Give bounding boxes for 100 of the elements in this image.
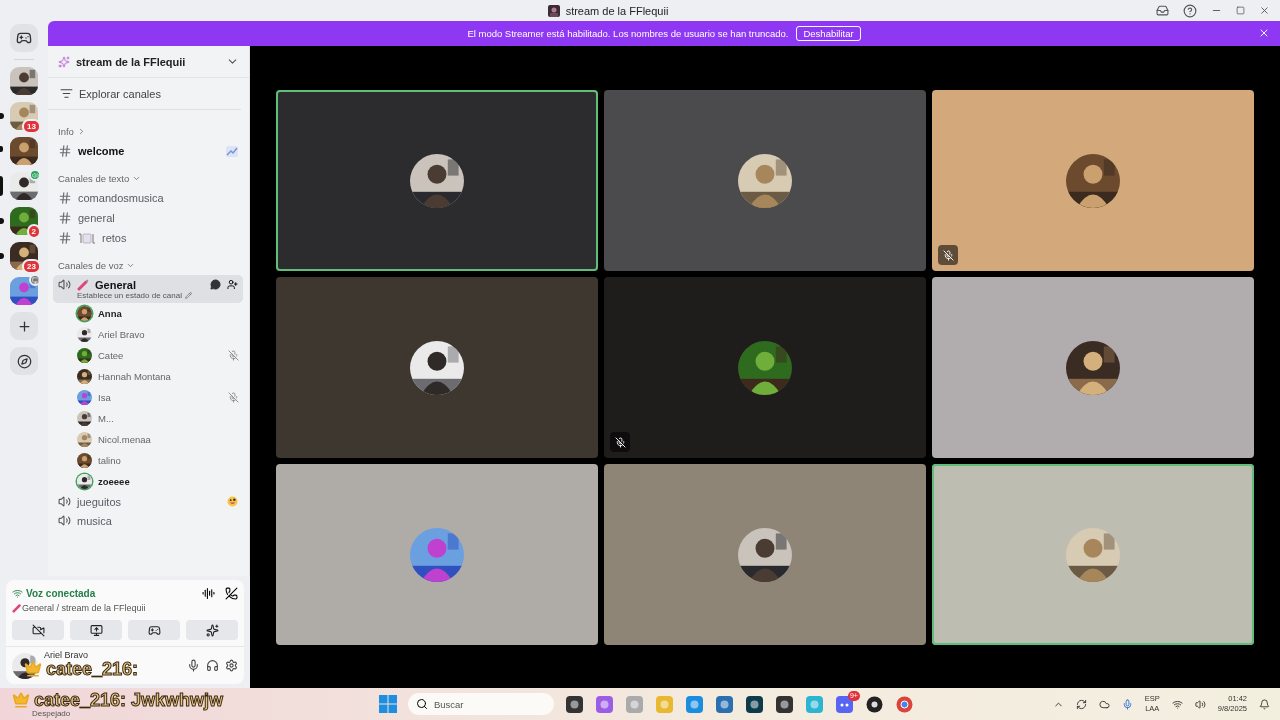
video-tile[interactable] <box>604 464 926 645</box>
voice-member[interactable]: Nicol.menaa <box>48 429 249 450</box>
crown-icon <box>24 660 42 678</box>
voice-location[interactable]: General / stream de la FFlequii <box>22 603 146 613</box>
sparkle-icon <box>205 623 219 637</box>
speaker-icon <box>58 278 71 291</box>
add-server-button[interactable] <box>10 312 38 340</box>
headphones-icon[interactable] <box>206 659 219 672</box>
video-tile[interactable] <box>604 277 926 458</box>
camera-button[interactable] <box>12 620 64 640</box>
hash-icon <box>58 144 72 158</box>
category-label[interactable]: Canales de texto <box>58 173 130 184</box>
disable-button[interactable]: Deshabilitar <box>796 26 861 41</box>
chat-caption: catee_216: <box>46 659 139 679</box>
voice-member[interactable]: zoeeee <box>48 471 249 492</box>
hang-up-icon[interactable] <box>225 587 238 600</box>
taskbar-app-icon[interactable] <box>775 695 793 713</box>
maximize-icon[interactable] <box>1236 6 1245 15</box>
soundboard-button[interactable] <box>186 620 238 640</box>
crown-icon <box>12 691 30 709</box>
search-icon <box>415 698 428 710</box>
video-tile[interactable] <box>932 90 1254 271</box>
chart-emoji-icon <box>226 145 238 157</box>
video-tile[interactable] <box>276 464 598 645</box>
voice-member[interactable]: Catee <box>48 345 249 366</box>
camera-off-icon <box>31 623 45 637</box>
speaker-icon <box>58 514 71 527</box>
plus-icon <box>16 318 32 334</box>
channel-item[interactable]: General Establece un estado de canal <box>53 275 243 303</box>
hash-icon <box>58 211 72 225</box>
sync-icon[interactable] <box>1075 698 1087 710</box>
user-name: Ariel Bravo <box>44 650 89 660</box>
server-name[interactable]: stream de la FFlequii <box>76 55 220 68</box>
unread-badge: 13 <box>22 119 41 134</box>
voice-member[interactable]: Ariel Bravo <box>48 324 249 345</box>
activity-button[interactable] <box>128 620 180 640</box>
taskbar-app-icon[interactable] <box>864 694 884 714</box>
channel-item[interactable]: comandosmusica <box>53 188 243 208</box>
share-screen-button[interactable] <box>70 620 122 640</box>
close-icon[interactable] <box>1259 5 1270 16</box>
settings-icon[interactable] <box>225 659 238 672</box>
voice-status: Voz conectada <box>26 588 97 599</box>
channel-item[interactable]: retos <box>53 228 243 248</box>
close-icon[interactable] <box>1258 27 1270 39</box>
syringe-emoji-icon <box>12 603 22 613</box>
taskbar-app-icon[interactable] <box>565 695 583 713</box>
signal-icon <box>12 588 23 599</box>
controller-icon <box>16 30 32 46</box>
inbox-icon[interactable] <box>1156 4 1169 17</box>
controller-icon <box>147 623 161 637</box>
weather-text[interactable]: Despejado <box>32 709 71 718</box>
share-screen-icon <box>89 623 103 637</box>
server-boost-icon <box>58 55 70 68</box>
help-icon[interactable] <box>1183 3 1197 18</box>
channel-item[interactable]: welcome <box>53 141 243 161</box>
hash-icon <box>58 191 72 205</box>
channel-item[interactable]: jueguitos <box>53 492 243 511</box>
audio-icon[interactable] <box>202 587 215 600</box>
home-button[interactable] <box>10 24 38 52</box>
channel-item[interactable]: musica <box>53 511 243 530</box>
hash-icon <box>58 231 72 245</box>
video-tile[interactable] <box>932 277 1254 458</box>
chat-caption: catee_216: Jwkwhwjw <box>34 690 224 710</box>
cloud-icon[interactable] <box>1098 698 1110 710</box>
voice-member[interactable]: Isa <box>48 387 249 408</box>
invite-icon[interactable] <box>227 279 238 290</box>
discover-button[interactable] <box>10 347 38 375</box>
microphone-icon[interactable] <box>187 659 200 672</box>
video-tile[interactable] <box>604 90 926 271</box>
windows-icon[interactable] <box>378 695 397 713</box>
pencil-icon <box>184 292 192 299</box>
notification-icon[interactable] <box>1259 698 1270 710</box>
voice-member[interactable]: talino <box>48 450 249 471</box>
syringe-emoji-icon <box>77 278 89 291</box>
category-label[interactable]: Info <box>58 126 74 137</box>
window-title: stream de la FFlequii <box>565 4 669 17</box>
banner-message: El modo Streamer está habilitado. Los nombres de usuario se han truncado. <box>467 28 789 39</box>
wifi-icon[interactable] <box>1171 698 1183 710</box>
speaker-icon <box>58 495 71 508</box>
channel-status[interactable]: Establece un estado de canal <box>77 291 182 300</box>
volume-icon[interactable] <box>1194 698 1206 710</box>
browse-icon <box>60 87 73 100</box>
unread-badge: 23 <box>22 259 41 274</box>
taskbar-app-icon[interactable] <box>745 695 763 713</box>
compass-icon <box>16 353 32 369</box>
silly-face-emoji-icon <box>227 496 238 507</box>
document-emoji-icon <box>78 232 96 244</box>
video-tile[interactable] <box>932 464 1254 645</box>
channel-item[interactable]: general <box>53 208 243 228</box>
category-label[interactable]: Canales de voz <box>58 260 124 271</box>
voice-member[interactable]: Anna <box>48 303 249 324</box>
explore-channels-link[interactable]: Explorar canales <box>79 87 161 100</box>
search-field[interactable]: Buscar <box>407 693 554 715</box>
voice-member[interactable]: Hannah Montana <box>48 366 249 387</box>
video-tile[interactable] <box>276 90 598 271</box>
voice-member[interactable]: M... <box>48 408 249 429</box>
muted-icon <box>228 392 239 403</box>
chat-icon[interactable] <box>210 279 221 290</box>
video-tile[interactable] <box>276 277 598 458</box>
muted-icon <box>228 350 239 361</box>
